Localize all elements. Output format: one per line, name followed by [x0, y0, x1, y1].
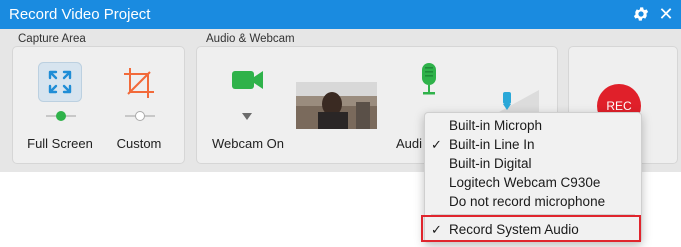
- audio-webcam-label: Audio & Webcam: [206, 33, 295, 45]
- menu-item-label: Built-in Digital: [449, 156, 532, 171]
- audio-label: Audi: [396, 136, 423, 151]
- menu-item-label: Built-in Microph: [449, 118, 543, 133]
- fullscreen-option[interactable]: [38, 62, 82, 102]
- microphone-icon: [422, 63, 436, 95]
- close-icon[interactable]: ✕: [657, 4, 675, 24]
- gear-icon[interactable]: [632, 5, 650, 23]
- window-titlebar: Record Video Project ✕: [0, 0, 681, 29]
- menu-item-built-in-digital[interactable]: Built-in Digital: [425, 154, 641, 173]
- window-title: Record Video Project: [9, 6, 151, 23]
- menu-item-do-not-record[interactable]: Do not record microphone: [425, 192, 641, 211]
- custom-label: Custom: [116, 136, 162, 151]
- menu-item-logitech-webcam[interactable]: Logitech Webcam C930e: [425, 173, 641, 192]
- slider-knob[interactable]: [56, 111, 66, 121]
- fullscreen-slider[interactable]: [46, 111, 76, 121]
- custom-slider[interactable]: [125, 111, 155, 121]
- menu-item-built-in-microphone[interactable]: Built-in Microph: [425, 116, 641, 135]
- fullscreen-label: Full Screen: [27, 136, 93, 151]
- custom-option[interactable]: [120, 64, 158, 102]
- webcam-icon: [232, 71, 263, 89]
- fullscreen-expand-icon: [38, 62, 82, 102]
- webcam-dropdown-caret[interactable]: [242, 113, 252, 120]
- menu-item-label: Do not record microphone: [449, 194, 606, 209]
- menu-item-label: Built-in Line In: [449, 137, 535, 152]
- menu-item-label: Logitech Webcam C930e: [449, 175, 601, 190]
- capture-area-label: Capture Area: [18, 33, 86, 45]
- webcam-label: Webcam On: [211, 136, 284, 151]
- webcam-toggle[interactable]: [231, 68, 265, 92]
- crop-icon: [124, 68, 154, 98]
- audio-level-indicator: [499, 90, 539, 112]
- menu-item-built-in-line-in[interactable]: ✓ Built-in Line In: [425, 135, 641, 154]
- check-icon: ✓: [431, 137, 442, 152]
- slider-knob[interactable]: [135, 111, 145, 121]
- microphone-toggle[interactable]: [419, 62, 439, 96]
- webcam-preview: [296, 82, 377, 129]
- highlight-annotation: [421, 215, 641, 242]
